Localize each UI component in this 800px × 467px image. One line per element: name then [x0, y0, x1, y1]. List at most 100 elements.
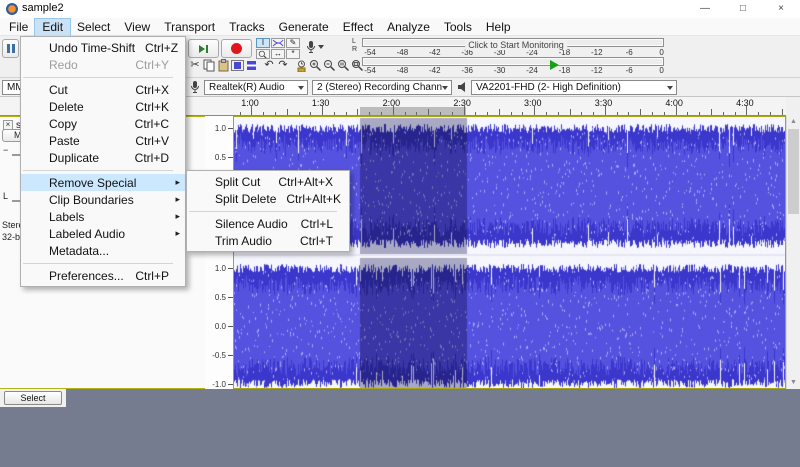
edit-menu-item[interactable]: Cut Ctrl+X ▸: [21, 81, 185, 98]
meter-scale-number: -6: [625, 48, 633, 57]
recording-channels-dropdown[interactable]: 2 (Stereo) Recording Chann: [312, 80, 452, 95]
zoom-out-button[interactable]: [322, 58, 336, 73]
play-indicator-icon: [550, 60, 559, 70]
scroll-down-icon[interactable]: ▼: [787, 377, 800, 389]
meter-scale-number: -48: [396, 66, 409, 75]
menubar-item[interactable]: View: [117, 19, 157, 36]
menu-item-label: Split Delete: [215, 191, 277, 206]
menu-item-label: Silence Audio: [215, 216, 288, 231]
dropdown-caret-icon: [298, 86, 304, 93]
menubar-item[interactable]: Help: [479, 19, 518, 36]
submenu-item[interactable]: Trim Audio Ctrl+T ▸: [187, 232, 349, 249]
edit-menu-item[interactable]: Labels ▸: [21, 208, 185, 225]
stereo-waveform[interactable]: [234, 117, 785, 388]
menu-item-label: Redo: [49, 57, 78, 72]
meter-scale-number: -6: [625, 66, 633, 75]
meter-scale-number: -24: [526, 66, 538, 75]
vertical-scrollbar[interactable]: ▲ ▼: [786, 116, 800, 389]
cut-button[interactable]: ✂: [188, 58, 202, 73]
amplitude-label: 0.0: [214, 322, 226, 331]
edit-menu: Undo Time-Shift Ctrl+Z ▸ Redo Ctrl+Y ▸ ▸…: [20, 36, 186, 287]
edit-menu-item[interactable]: Delete Ctrl+K ▸: [21, 98, 185, 115]
menubar-item[interactable]: Effect: [336, 19, 380, 36]
draw-tool-button[interactable]: ✎: [286, 38, 300, 48]
edit-menu-item[interactable]: Undo Time-Shift Ctrl+Z ▸: [21, 39, 185, 56]
dropdown-caret-icon: [667, 86, 673, 93]
undo-button[interactable]: ↶: [262, 58, 276, 73]
zoom-out-icon: [323, 60, 335, 72]
edit-menu-item[interactable]: Preferences... Ctrl+P ▸: [21, 267, 185, 284]
meter-scale-number: 0: [659, 66, 664, 75]
menubar-item[interactable]: Transport: [157, 19, 222, 36]
timeline-selection-band: [360, 107, 466, 115]
submenu-item[interactable]: Split Cut Ctrl+Alt+X ▸: [187, 173, 349, 190]
edit-menu-item[interactable]: Copy Ctrl+C ▸: [21, 115, 185, 132]
menu-item-shortcut: Ctrl+K: [135, 99, 169, 114]
edit-menu-item: ▸: [21, 166, 185, 174]
dropdown-caret-icon: [442, 86, 448, 93]
menubar-item[interactable]: Analyze: [380, 19, 437, 36]
menubar-item[interactable]: Tracks: [222, 19, 272, 36]
track-select-button[interactable]: Select: [4, 391, 62, 405]
edit-menu-item[interactable]: Duplicate Ctrl+D ▸: [21, 149, 185, 166]
playback-meter-bars[interactable]: [362, 57, 664, 66]
submenu-item[interactable]: Silence Audio Ctrl+L ▸: [187, 215, 349, 232]
edit-menu-item[interactable]: Clip Boundaries ▸: [21, 191, 185, 208]
trim-audio-button[interactable]: [230, 58, 244, 73]
recording-device-mic-icon: [191, 81, 199, 93]
silence-audio-button[interactable]: [244, 58, 258, 73]
menubar-item[interactable]: Tools: [437, 19, 479, 36]
fit-selection-button[interactable]: [336, 58, 350, 73]
skip-to-end-button[interactable]: [188, 39, 219, 58]
zoom-in-button[interactable]: [308, 58, 322, 73]
menu-item-shortcut: Ctrl+D: [134, 150, 169, 165]
window-title: sample2: [22, 2, 64, 14]
amplitude-label: 0.5: [214, 293, 226, 302]
submenu-arrow-icon: ▸: [175, 211, 180, 221]
amplitude-label: 1.0: [214, 264, 226, 273]
menubar-item[interactable]: Edit: [34, 18, 72, 37]
cut-icon: ✂: [190, 59, 200, 71]
redo-button[interactable]: ↷: [276, 58, 290, 73]
menubar-item[interactable]: Select: [70, 19, 117, 36]
menu-item-label: Copy: [49, 116, 78, 131]
close-button[interactable]: ×: [762, 0, 800, 18]
copy-button[interactable]: [202, 58, 216, 73]
envelope-tool-button[interactable]: [271, 38, 285, 48]
playback-meter-bar-right: [364, 61, 662, 64]
recording-meter-mic-icon[interactable]: [306, 40, 316, 54]
meter-scale-number: -42: [429, 66, 441, 75]
edit-menu-item[interactable]: Paste Ctrl+V ▸: [21, 132, 185, 149]
maximize-button[interactable]: □: [724, 0, 762, 18]
menu-item-label: Labeled Audio: [49, 226, 126, 241]
edit-menu-item[interactable]: Metadata... ▸: [21, 242, 185, 259]
recording-device-dropdown[interactable]: Realtek(R) Audio: [204, 80, 308, 95]
menubar-item[interactable]: Generate: [272, 19, 336, 36]
pause-button[interactable]: [2, 39, 19, 58]
skip-to-end-icon: [198, 44, 208, 53]
edit-menu-item[interactable]: Remove Special ▸: [21, 174, 185, 191]
menu-item-label: Delete: [49, 99, 84, 114]
menu-item-label: Labels: [49, 209, 85, 224]
meter-dropdown-caret-icon[interactable]: [318, 45, 324, 52]
meter-left-channel-label: L: [352, 38, 356, 45]
selection-tool-button[interactable]: I: [256, 38, 270, 48]
playback-device-dropdown[interactable]: VA2201-FHD (2- High Definition): [471, 80, 677, 95]
paste-button[interactable]: [216, 58, 230, 73]
sync-lock-icon: [297, 60, 305, 72]
submenu-item[interactable]: Split Delete Ctrl+Alt+K ▸: [187, 190, 349, 207]
meter-scale-number: -54: [364, 48, 376, 57]
sync-lock-button[interactable]: [294, 58, 308, 73]
scroll-up-icon[interactable]: ▲: [787, 116, 800, 128]
meter-scale-number: -42: [429, 48, 441, 57]
menubar-item[interactable]: File: [2, 19, 35, 36]
scrollbar-thumb[interactable]: [788, 129, 799, 214]
menu-item-shortcut: Ctrl+T: [300, 233, 333, 248]
record-button[interactable]: [221, 39, 252, 58]
edit-menu-item[interactable]: Redo Ctrl+Y ▸: [21, 56, 185, 73]
zoom-in-icon: [309, 60, 321, 72]
edit-menu-item[interactable]: Labeled Audio ▸: [21, 225, 185, 242]
minimize-button[interactable]: —: [686, 0, 724, 18]
monitoring-hint[interactable]: Click to Start Monitoring: [465, 40, 567, 50]
menu-item-label: Undo Time-Shift: [49, 40, 136, 55]
